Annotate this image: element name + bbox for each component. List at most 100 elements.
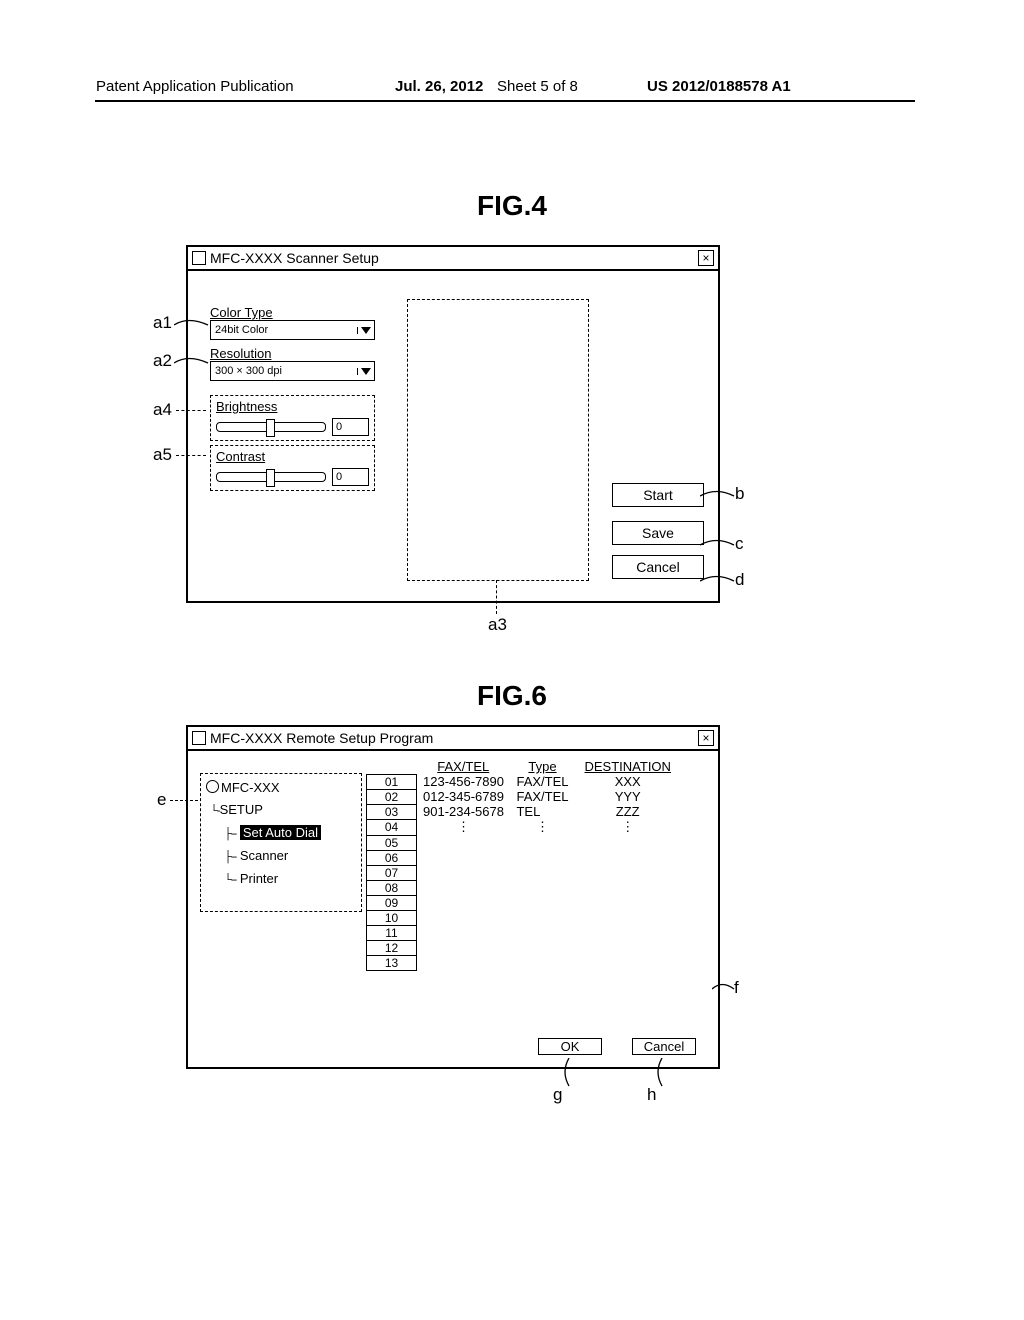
hdr-rule <box>95 100 915 102</box>
col-type: Type <box>510 759 574 774</box>
start-button[interactable]: Start <box>612 483 704 507</box>
table-row[interactable]: 10 <box>367 910 681 925</box>
ok-button[interactable]: OK <box>538 1038 602 1055</box>
row-type <box>510 940 574 955</box>
brightness-slider[interactable] <box>216 422 326 432</box>
row-index: 13 <box>367 955 417 970</box>
color-type-select[interactable]: 24bit Color <box>210 320 375 340</box>
col-destination: DESTINATION <box>575 759 681 774</box>
row-faxtel <box>417 955 511 970</box>
resolution-label: Resolution <box>210 346 375 361</box>
close-icon[interactable]: × <box>698 730 714 746</box>
contrast-slider[interactable] <box>216 472 326 482</box>
table-row[interactable]: 04⋮⋮⋮ <box>367 819 681 835</box>
row-faxtel <box>417 895 511 910</box>
row-index: 09 <box>367 895 417 910</box>
table-row[interactable]: 01123-456-7890FAX/TELXXX <box>367 774 681 789</box>
row-dest: ZZZ <box>575 804 681 819</box>
resolution-select[interactable]: 300 × 300 dpi <box>210 361 375 381</box>
callout-a5: a5 <box>153 445 172 465</box>
callout-a2: a2 <box>153 351 172 371</box>
table-header-row: FAX/TEL Type DESTINATION <box>367 759 681 774</box>
table-row[interactable]: 09 <box>367 895 681 910</box>
titlebar[interactable]: MFC-XXXX Remote Setup Program × <box>188 727 718 751</box>
row-faxtel <box>417 850 511 865</box>
row-index: 01 <box>367 774 417 789</box>
row-dest: XXX <box>575 774 681 789</box>
row-dest <box>575 865 681 880</box>
titlebar[interactable]: MFC-XXXX Scanner Setup × <box>188 247 718 271</box>
tree-root[interactable]: MFC-XXX <box>206 777 356 799</box>
row-type <box>510 910 574 925</box>
window-body: Color Type 24bit Color Resolution 300 × … <box>188 269 718 601</box>
row-index: 03 <box>367 804 417 819</box>
tree-scanner[interactable]: ├-- Scanner <box>206 845 356 868</box>
row-type: TEL <box>510 804 574 819</box>
contrast-value[interactable]: 0 <box>332 468 369 486</box>
row-type <box>510 835 574 850</box>
leader-h <box>655 1058 669 1088</box>
hdr-number: US 2012/0188578 A1 <box>647 78 791 95</box>
table-row[interactable]: 11 <box>367 925 681 940</box>
save-button[interactable]: Save <box>612 521 704 545</box>
leader-a4 <box>176 410 206 411</box>
leader-f <box>712 980 736 998</box>
brightness-label: Brightness <box>216 399 369 414</box>
row-type <box>510 880 574 895</box>
window-title: MFC-XXXX Scanner Setup <box>210 250 379 266</box>
tree-panel: MFC-XXX └-SETUP ├-- Set Auto Dial ├-- Sc… <box>200 773 362 912</box>
button-row: OK Cancel <box>538 1038 696 1055</box>
chevron-down-icon <box>357 368 374 375</box>
cancel-button[interactable]: Cancel <box>612 555 704 579</box>
tree-printer[interactable]: └-- Printer <box>206 868 356 891</box>
row-type <box>510 850 574 865</box>
button-column: Start Save Cancel <box>612 483 704 579</box>
callout-a1: a1 <box>153 313 172 333</box>
table-row[interactable]: 02012-345-6789FAX/TELYYY <box>367 789 681 804</box>
table-row[interactable]: 06 <box>367 850 681 865</box>
brightness-value[interactable]: 0 <box>332 418 369 436</box>
table-row[interactable]: 08 <box>367 880 681 895</box>
row-index: 08 <box>367 880 417 895</box>
table-row[interactable]: 05 <box>367 835 681 850</box>
row-dest <box>575 910 681 925</box>
speed-dial-table: FAX/TEL Type DESTINATION 01123-456-7890F… <box>366 759 681 971</box>
leader-b <box>700 487 736 505</box>
row-faxtel: ⋮ <box>417 819 511 835</box>
close-icon[interactable]: × <box>698 250 714 266</box>
row-faxtel <box>417 880 511 895</box>
callout-a4: a4 <box>153 400 172 420</box>
row-dest: ⋮ <box>575 819 681 835</box>
preview-area <box>407 299 589 581</box>
row-dest <box>575 880 681 895</box>
callout-h: h <box>647 1085 656 1105</box>
window-icon <box>192 731 206 745</box>
table-row[interactable]: 07 <box>367 865 681 880</box>
row-dest <box>575 955 681 970</box>
row-type: FAX/TEL <box>510 789 574 804</box>
leader-a2 <box>174 354 210 372</box>
radio-icon <box>206 780 219 793</box>
row-index: 05 <box>367 835 417 850</box>
table-row[interactable]: 12 <box>367 940 681 955</box>
leader-a1 <box>174 316 210 334</box>
remote-setup-window: MFC-XXXX Remote Setup Program × MFC-XXX … <box>186 725 720 1069</box>
row-type <box>510 925 574 940</box>
row-dest: YYY <box>575 789 681 804</box>
tree-setup[interactable]: └-SETUP <box>206 799 356 822</box>
row-faxtel: 901-234-5678 <box>417 804 511 819</box>
table-row[interactable]: 03901-234-5678TELZZZ <box>367 804 681 819</box>
col-faxtel: FAX/TEL <box>417 759 511 774</box>
leader-a3 <box>496 580 497 614</box>
color-type-value: 24bit Color <box>211 324 357 336</box>
brightness-group: Brightness 0 <box>210 395 375 441</box>
callout-a3: a3 <box>488 615 507 635</box>
row-dest <box>575 940 681 955</box>
hdr-date: Jul. 26, 2012 <box>395 78 483 95</box>
scanner-setup-window: MFC-XXXX Scanner Setup × Color Type 24bi… <box>186 245 720 603</box>
table-row[interactable]: 13 <box>367 955 681 970</box>
row-faxtel <box>417 910 511 925</box>
row-faxtel <box>417 865 511 880</box>
tree-set-auto-dial[interactable]: ├-- Set Auto Dial <box>206 822 356 845</box>
cancel-button[interactable]: Cancel <box>632 1038 696 1055</box>
